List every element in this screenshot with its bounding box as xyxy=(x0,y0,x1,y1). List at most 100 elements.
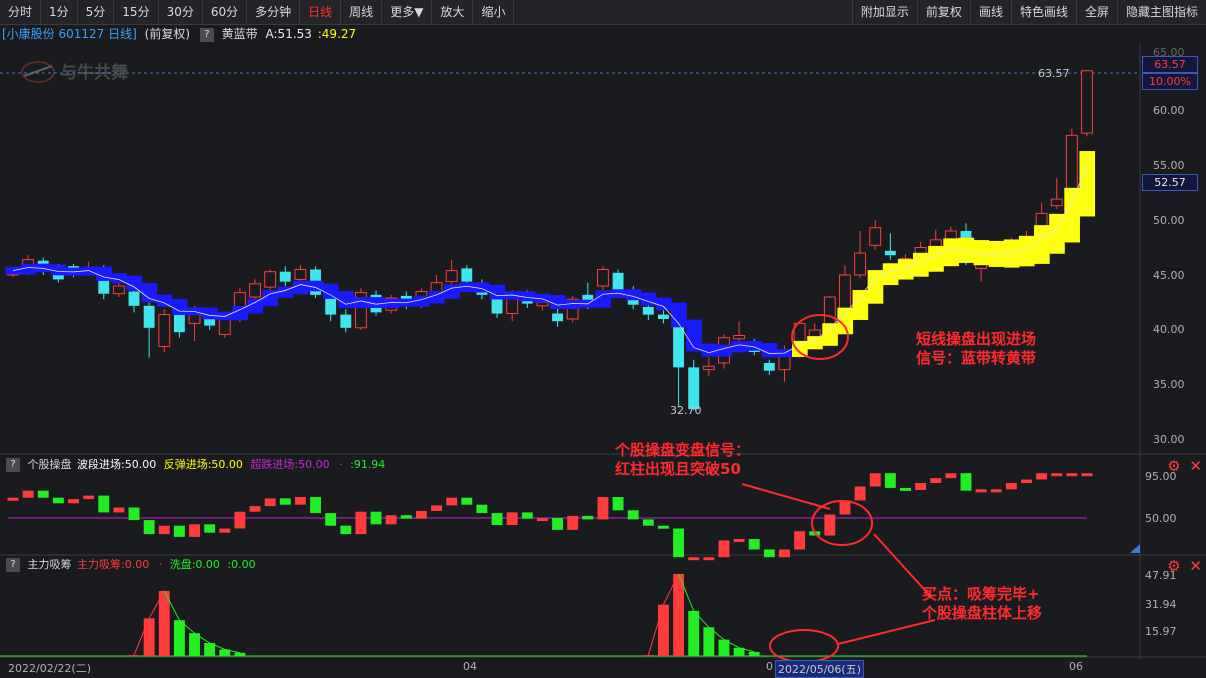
band-segment xyxy=(897,259,914,280)
annotation-buy-point: 买点：吸筹完毕+ 个股操盘柱体上移 xyxy=(922,585,1042,623)
candle-body xyxy=(445,270,458,283)
corner-triangle xyxy=(1130,544,1140,553)
panel2-bar xyxy=(536,518,548,521)
panel3-bar xyxy=(748,651,760,656)
panel2-bar xyxy=(98,495,110,513)
axis-label: 50.00 xyxy=(1153,214,1185,227)
band-segment xyxy=(731,341,748,353)
panel2-bar xyxy=(189,524,200,537)
close-icon[interactable]: ✕ xyxy=(1189,557,1202,575)
panel2-bar xyxy=(355,511,367,535)
panel3-bar xyxy=(658,604,669,656)
band-segment xyxy=(338,291,354,309)
panel2-bar xyxy=(779,549,790,558)
candle-body xyxy=(763,363,775,371)
panel2-bar xyxy=(249,506,261,512)
candle-body xyxy=(688,367,700,410)
panel2-bar xyxy=(884,473,896,488)
panel2-bar xyxy=(325,513,337,526)
annotation-line: 短线操盘出现进场 xyxy=(916,330,1037,348)
panel2-bar xyxy=(340,525,352,535)
panel2-bar xyxy=(431,505,442,511)
panel2-title[interactable]: 个股操盘 xyxy=(28,458,72,471)
panel2-bar xyxy=(582,515,594,520)
band-segment xyxy=(822,323,838,346)
candle-body xyxy=(218,318,231,335)
band-segment xyxy=(292,280,309,295)
band-segment xyxy=(307,280,324,292)
help-icon[interactable]: ? xyxy=(6,558,20,572)
candle-body xyxy=(128,291,140,306)
panel2-bar xyxy=(673,528,685,558)
panel3-field: · xyxy=(158,558,163,571)
panel3-field: :0.00 xyxy=(227,558,256,571)
band-segment xyxy=(202,307,218,320)
candle-body xyxy=(536,302,549,307)
panel2-bar xyxy=(415,511,427,519)
candle-body xyxy=(823,296,836,329)
annotation-change-signal: 个股操盘变盘信号： 红柱出现且突破50 xyxy=(615,441,750,479)
band-segment xyxy=(141,283,158,303)
panel3-field: 主力吸筹:0.00 xyxy=(77,558,150,571)
candle-body xyxy=(673,321,685,368)
candle-body xyxy=(143,305,155,328)
candle-body xyxy=(279,271,291,282)
panel2-bar xyxy=(294,497,306,505)
panel3-bar xyxy=(703,627,715,656)
panel2-bar xyxy=(219,528,231,533)
price-tag: 63.57 xyxy=(1142,56,1198,73)
axis-label: 60.00 xyxy=(1153,104,1185,117)
panel3-axis-label: 15.97 xyxy=(1145,625,1177,638)
panel2-bar xyxy=(143,520,155,535)
band-segment xyxy=(156,294,173,307)
candle-body xyxy=(642,306,654,315)
band-segment xyxy=(928,245,944,272)
help-icon[interactable]: ? xyxy=(6,458,20,472)
panel2-bar xyxy=(264,498,276,507)
panel2-bar xyxy=(400,515,412,519)
x-axis-cursor-date: 2022/05/06(五) xyxy=(775,660,864,678)
x-axis-tick: 04 xyxy=(463,660,477,673)
panel2-bar xyxy=(552,518,564,530)
candle-body xyxy=(854,252,867,276)
mid-tag: 52.57 xyxy=(1142,174,1198,191)
panel3-bar xyxy=(189,633,200,656)
band-segment xyxy=(1018,235,1035,267)
band-segment xyxy=(50,264,67,276)
panel2-bar xyxy=(83,495,95,500)
panel3-field: 洗盘:0.00 xyxy=(169,558,220,571)
panel2-bar xyxy=(52,497,64,504)
panel3-title[interactable]: 主力吸筹 xyxy=(28,558,72,571)
candle-body xyxy=(112,285,125,295)
panel2-bar xyxy=(521,512,533,519)
band-segment xyxy=(1079,151,1096,217)
candle-body xyxy=(264,271,277,288)
candle-body xyxy=(249,283,261,298)
band-segment xyxy=(716,344,733,357)
annotation-line: 个股操盘变盘信号： xyxy=(615,441,751,459)
panel2-bar xyxy=(930,478,942,483)
high-label: 63.57 xyxy=(1038,67,1070,80)
panel2-bar xyxy=(915,483,927,490)
panel2-bar xyxy=(854,486,866,501)
x-axis-date-left: 2022/02/22(二) xyxy=(8,662,91,675)
band-segment xyxy=(655,297,672,311)
annotation-band-signal: 短线操盘出现进场 信号：蓝带转黄带 xyxy=(916,330,1036,368)
band-segment xyxy=(852,290,869,320)
panel2-axis-label: 95.00 xyxy=(1145,470,1177,483)
axis-label: 45.00 xyxy=(1153,269,1185,282)
panel3-bar xyxy=(688,610,700,656)
candle-body xyxy=(1050,198,1063,207)
pct-tag: 10.00% xyxy=(1142,73,1198,90)
band-segment xyxy=(550,295,566,309)
panel2-bar xyxy=(491,513,503,525)
close-icon[interactable]: ✕ xyxy=(1189,457,1202,475)
panel3-axis-label: 47.91 xyxy=(1145,569,1177,582)
panel2-bar xyxy=(703,557,715,561)
panel2-bar xyxy=(310,497,321,514)
candle-body xyxy=(596,269,609,287)
candle-body xyxy=(1081,70,1093,134)
band-segment xyxy=(368,297,385,309)
panel2-bar xyxy=(204,524,216,533)
panel3-bar xyxy=(642,655,654,657)
